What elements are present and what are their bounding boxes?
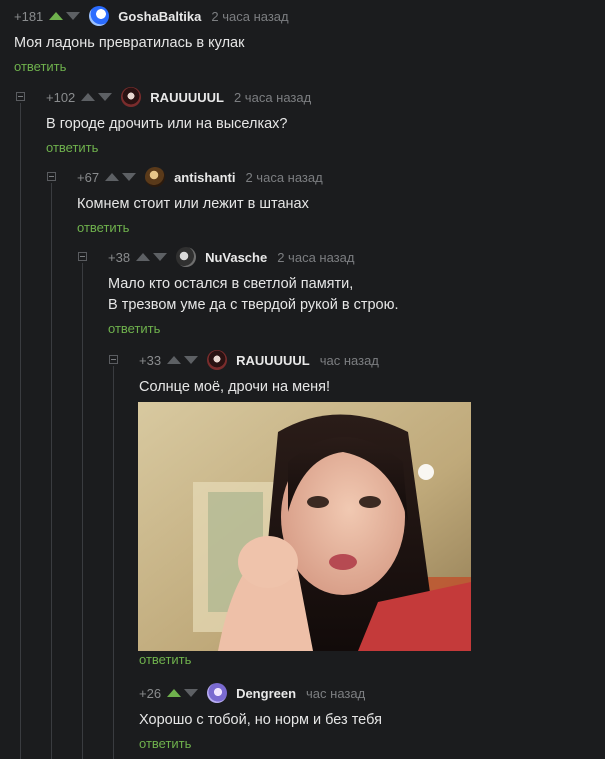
reply-link[interactable]: ответить [139, 652, 191, 667]
downvote-arrow-icon[interactable] [122, 173, 137, 181]
reply-link[interactable]: ответить [139, 736, 382, 751]
avatar[interactable] [121, 87, 142, 107]
vote-controls [136, 253, 170, 261]
comment-time: 2 часа назад [277, 249, 355, 265]
comment-score: +67 [77, 169, 100, 185]
comment-time: час назад [319, 352, 379, 368]
avatar[interactable] [207, 683, 228, 703]
comment-author[interactable]: RAUUUUUL [236, 353, 310, 368]
thread-line [51, 183, 52, 759]
thread-line [20, 103, 21, 759]
comment-author[interactable]: Dengreen [236, 686, 296, 701]
comment-text: Солнце моё, дрочи на меня! [139, 379, 331, 395]
comment-meta: +102 RAUUUUUL 2 часа назад [46, 87, 311, 107]
downvote-arrow-icon[interactable] [153, 253, 168, 261]
collapse-button[interactable] [16, 92, 25, 101]
upvote-arrow-icon[interactable] [167, 689, 182, 697]
avatar[interactable] [207, 350, 228, 370]
collapse-button[interactable] [78, 252, 87, 261]
comment-meta: +26 Dengreen час назад [139, 683, 382, 703]
reply-link[interactable]: ответить [14, 59, 289, 74]
comment-text: Комнем стоит или лежит в штанах [77, 196, 309, 212]
comment-meta: +67 antishanti 2 часа назад [77, 167, 323, 187]
collapse-button[interactable] [47, 172, 56, 181]
comment: +38 NuVasche 2 часа назад Мало кто остал… [108, 247, 399, 336]
comment-text: Хорошо с тобой, но норм и без тебя [139, 712, 382, 728]
downvote-arrow-icon[interactable] [184, 689, 199, 697]
reply-link[interactable]: ответить [108, 321, 399, 336]
comment-time: час назад [306, 685, 366, 701]
comment-text: Моя ладонь превратилась в кулак [14, 35, 245, 51]
upvote-arrow-icon[interactable] [167, 356, 182, 364]
vote-controls [81, 93, 115, 101]
upvote-arrow-icon[interactable] [81, 93, 96, 101]
comment-time: 2 часа назад [233, 89, 312, 105]
thread-line [82, 263, 83, 759]
comment-text: В городе дрочить или на выселках? [46, 116, 288, 132]
comment-time: 2 часа назад [211, 8, 289, 24]
comment-author[interactable]: antishanti [174, 170, 235, 185]
upvote-arrow-icon[interactable] [136, 253, 151, 261]
comment-author[interactable]: RAUUUUUL [150, 90, 224, 105]
reply-link[interactable]: ответить [77, 220, 323, 235]
comments-page: +181 GoshaBaltika 2 часа назад Моя ладон… [0, 0, 605, 759]
comment-score: +33 [139, 352, 162, 368]
comment: +33 RAUUUUUL час назад Солнце моё, дрочи… [139, 350, 379, 398]
reply-link[interactable]: ответить [46, 140, 311, 155]
downvote-arrow-icon[interactable] [98, 93, 113, 101]
comment-score: +102 [46, 89, 76, 105]
vote-controls [167, 689, 201, 697]
avatar[interactable] [145, 167, 166, 187]
comment-score: +26 [139, 685, 162, 701]
comment-time: 2 часа назад [245, 169, 323, 185]
photo-illustration [138, 402, 471, 651]
comment: +102 RAUUUUUL 2 часа назад В городе дроч… [46, 87, 311, 155]
avatar[interactable] [89, 6, 110, 26]
upvote-arrow-icon[interactable] [49, 12, 64, 20]
comment-score: +38 [108, 249, 131, 265]
vote-controls [49, 12, 83, 20]
thread-line [113, 366, 114, 759]
avatar[interactable] [176, 247, 197, 267]
collapse-button[interactable] [109, 355, 118, 364]
comment-meta: +181 GoshaBaltika 2 часа назад [14, 6, 289, 26]
comment-meta: +33 RAUUUUUL час назад [139, 350, 379, 370]
upvote-arrow-icon[interactable] [105, 173, 120, 181]
comment: +181 GoshaBaltika 2 часа назад Моя ладон… [14, 6, 289, 74]
comment: +67 antishanti 2 часа назад Комнем стоит… [77, 167, 323, 235]
comment: +26 Dengreen час назад Хорошо с тобой, н… [139, 683, 382, 751]
downvote-arrow-icon[interactable] [66, 12, 81, 20]
comment-author[interactable]: GoshaBaltika [118, 9, 201, 24]
comment-score: +181 [14, 8, 44, 24]
vote-controls [167, 356, 201, 364]
comment-text-line: В трезвом уме да с твердой рукой в строю… [108, 297, 399, 313]
downvote-arrow-icon[interactable] [184, 356, 199, 364]
comment-meta: +38 NuVasche 2 часа назад [108, 247, 399, 267]
vote-controls [105, 173, 139, 181]
comment-author[interactable]: NuVasche [205, 250, 267, 265]
comment-text-line: Мало кто остался в светлой памяти, [108, 276, 354, 292]
comment-photo[interactable] [138, 402, 471, 651]
comment-text: Мало кто остался в светлой памяти, В тре… [108, 274, 399, 316]
